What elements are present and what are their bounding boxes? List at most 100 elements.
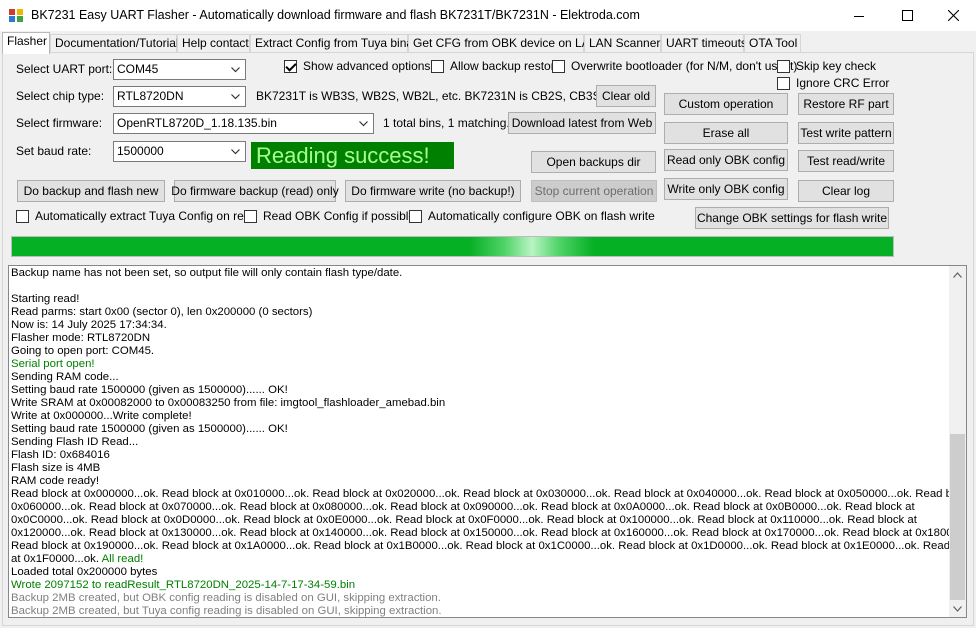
show-advanced-checkbox[interactable]: Show advanced options (284, 59, 430, 73)
log-line-text: Flash ID: 0x684016 (11, 449, 110, 461)
change-obk-settings-button[interactable]: Change OBK settings for flash write (695, 207, 889, 229)
checkbox-unchecked-icon (244, 209, 257, 223)
checkbox-label: Read OBK Config if possible (263, 209, 416, 223)
erase-all-button[interactable]: Erase all (664, 122, 788, 144)
scrollbar-thumb[interactable] (950, 434, 965, 600)
test-read-write-button[interactable]: Test read/write (798, 150, 894, 172)
log-line: Backup name has not been set, so output … (11, 267, 949, 280)
log-line-text: 0x120000...ok. Read block at 0x130000...… (11, 527, 949, 539)
log-output[interactable]: Backup name has not been set, so output … (8, 265, 967, 618)
status-label: Reading success! (251, 142, 454, 169)
log-line-text: Sending Flash ID Read... (11, 436, 139, 448)
checkbox-unchecked-icon (431, 59, 444, 73)
firmware-backup-button[interactable]: Do firmware backup (read) only (171, 180, 339, 202)
stop-operation-button[interactable]: Stop current operation (531, 180, 657, 202)
auto-configure-obk-checkbox[interactable]: Automatically configure OBK on flash wri… (409, 209, 655, 223)
log-line: Setting baud rate 1500000 (given as 1500… (11, 423, 949, 436)
log-line-text: Serial port open! (11, 358, 95, 370)
tab-strip: Flasher Documentation/Tutorials Help con… (0, 32, 976, 54)
window-title: BK7231 Easy UART Flasher - Automatically… (31, 8, 640, 22)
chip-info-text: BK7231T is WB3S, WB2S, WB2L, etc. BK7231… (256, 89, 624, 103)
log-line: Setting baud rate 1500000 (given as 1500… (11, 384, 949, 397)
checkbox-unchecked-icon (777, 59, 790, 73)
overwrite-bootloader-checkbox[interactable]: Overwrite bootloader (for N/M, don't use… (552, 59, 797, 73)
tab-uart-timeouts[interactable]: UART timeouts (661, 34, 747, 53)
tab-label: Get CFG from OBK device on LAN (413, 36, 599, 50)
scroll-down-icon[interactable] (949, 600, 966, 617)
log-line: Backup 2MB created, but Tuya config read… (11, 605, 949, 617)
custom-operation-button[interactable]: Custom operation (664, 93, 788, 115)
backup-and-flash-button[interactable]: Do backup and flash new (17, 180, 165, 202)
log-line-text: Sending RAM code... (11, 371, 119, 383)
baud-rate-label: Set baud rate: (16, 144, 92, 158)
baud-rate-value: 1500000 (117, 144, 164, 158)
log-line-text: Read block at 0x000000...ok. Read block … (11, 488, 949, 500)
uart-port-select[interactable]: COM45 (113, 59, 246, 80)
read-only-obk-button[interactable]: Read only OBK config (664, 149, 788, 171)
allow-backup-restore-checkbox[interactable]: Allow backup restore (431, 59, 561, 73)
log-scrollbar[interactable] (949, 266, 966, 617)
chevron-down-icon (356, 114, 371, 133)
log-line: Write at 0x000000...Write complete! (11, 410, 949, 423)
close-button[interactable] (930, 0, 976, 31)
checkbox-label: Automatically configure OBK on flash wri… (428, 209, 655, 223)
log-line-text: Setting baud rate 1500000 (given as 1500… (11, 384, 288, 396)
tab-label: UART timeouts (666, 36, 747, 50)
read-obk-config-checkbox[interactable]: Read OBK Config if possible (244, 209, 415, 223)
log-line: Sending Flash ID Read... (11, 436, 949, 449)
log-line: Flash ID: 0x684016 (11, 449, 949, 462)
log-line-text: Write at 0x000000...Write complete! (11, 410, 192, 422)
log-line: Flasher mode: RTL8720DN (11, 332, 949, 345)
restore-rf-button[interactable]: Restore RF part (798, 93, 894, 115)
log-line: Starting read! (11, 293, 949, 306)
tab-label: Extract Config from Tuya binary (255, 36, 424, 50)
baud-rate-select[interactable]: 1500000 (113, 141, 246, 162)
tab-flasher[interactable]: Flasher (2, 32, 50, 54)
chip-type-select[interactable]: RTL8720DN (113, 86, 246, 107)
test-write-pattern-button[interactable]: Test write pattern (798, 122, 894, 144)
log-line-text: Wrote 2097152 to readResult_RTL8720DN_20… (11, 579, 356, 591)
log-line: at 0x1F0000...ok. All read! (11, 553, 949, 566)
log-line: Serial port open! (11, 358, 949, 371)
tab-documentation[interactable]: Documentation/Tutorials (50, 34, 185, 53)
download-latest-button[interactable]: Download latest from Web (508, 112, 656, 134)
tab-help-contact[interactable]: Help contact (177, 34, 250, 53)
ignore-crc-checkbox[interactable]: Ignore CRC Error (777, 76, 889, 90)
firmware-write-button[interactable]: Do firmware write (no backup!) (345, 180, 521, 202)
log-line: Read parms: start 0x00 (sector 0), len 0… (11, 306, 949, 319)
auto-extract-tuya-checkbox[interactable]: Automatically extract Tuya Config on rea… (16, 209, 257, 223)
clear-old-button[interactable]: Clear old (596, 85, 656, 107)
log-lines: Backup name has not been set, so output … (11, 267, 949, 617)
open-backups-button[interactable]: Open backups dir (531, 151, 656, 173)
bins-info-text: 1 total bins, 1 matching. (383, 116, 510, 130)
clear-log-button[interactable]: Clear log (798, 180, 894, 202)
firmware-select[interactable]: OpenRTL8720D_1.18.135.bin (113, 113, 374, 134)
tab-ota-tool[interactable]: OTA Tool (744, 34, 801, 53)
checkbox-label: Show advanced options (303, 59, 431, 73)
tab-get-cfg-obk[interactable]: Get CFG from OBK device on LAN (408, 34, 598, 53)
log-line-text: 0x060000...ok. Read block at 0x070000...… (11, 501, 915, 513)
write-only-obk-button[interactable]: Write only OBK config (664, 178, 788, 200)
log-line-text: Flash size is 4MB (11, 462, 101, 474)
firmware-value: OpenRTL8720D_1.18.135.bin (117, 116, 277, 130)
log-line-text: Backup 2MB created, but Tuya config read… (11, 605, 442, 617)
log-line-text: at 0x1F0000...ok. (11, 553, 102, 565)
scroll-up-icon[interactable] (949, 266, 966, 283)
log-line-text: Going to open port: COM45. (11, 345, 155, 357)
log-line-suffix: All read! (101, 553, 144, 565)
firmware-label: Select firmware: (16, 116, 103, 130)
maximize-button[interactable] (884, 0, 930, 31)
log-line-text: Flasher mode: RTL8720DN (11, 332, 151, 344)
log-line: Read block at 0x000000...ok. Read block … (11, 488, 949, 501)
checkbox-unchecked-icon (552, 59, 565, 73)
minimize-button[interactable] (836, 0, 882, 31)
log-line: Flash size is 4MB (11, 462, 949, 475)
tab-label: LAN Scanner (589, 36, 661, 50)
log-line: Sending RAM code... (11, 371, 949, 384)
checkbox-unchecked-icon (777, 76, 790, 90)
chevron-down-icon (228, 87, 243, 106)
tab-lan-scanner[interactable]: LAN Scanner (584, 34, 661, 53)
tab-extract-config[interactable]: Extract Config from Tuya binary (250, 34, 423, 53)
skip-key-check-checkbox[interactable]: Skip key check (777, 59, 876, 73)
checkbox-label: Allow backup restore (450, 59, 562, 73)
